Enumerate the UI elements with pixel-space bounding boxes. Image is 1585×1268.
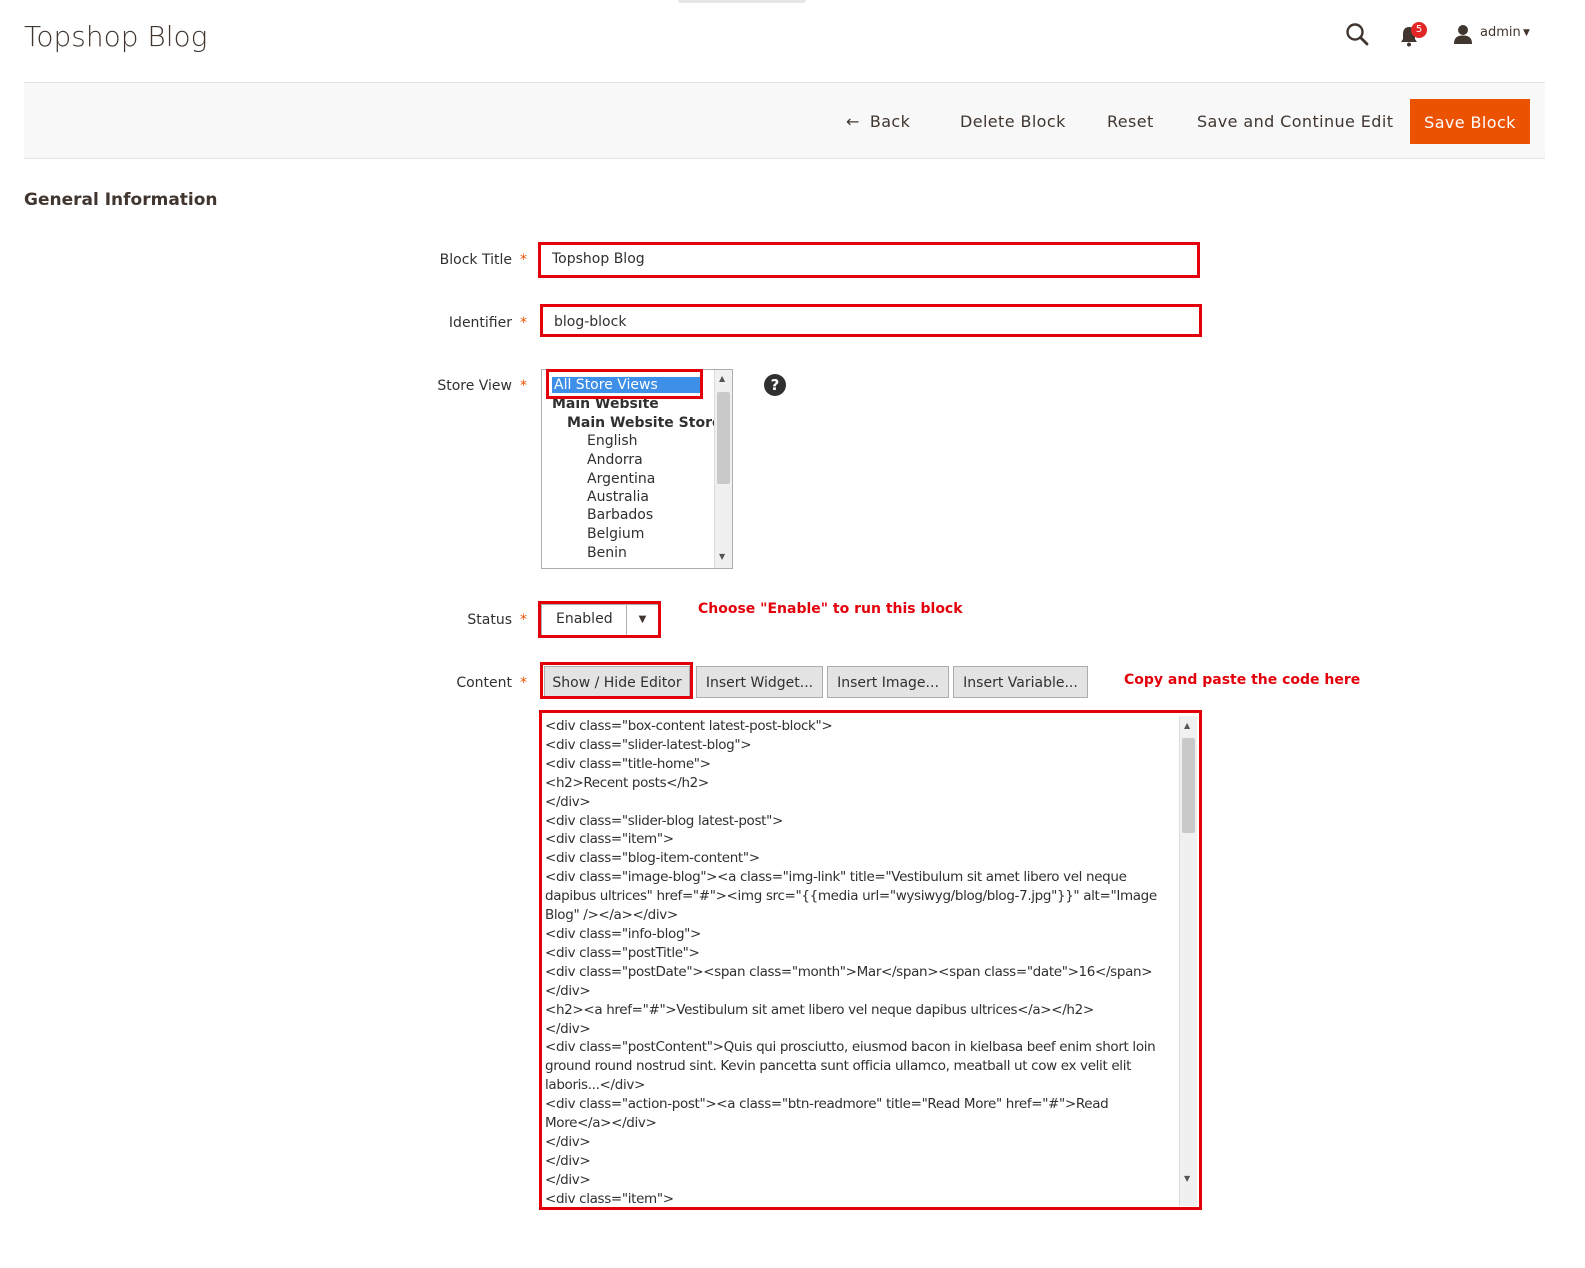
identifier-label: Identifier bbox=[448, 315, 512, 331]
store-view-option[interactable]: Argentina bbox=[587, 471, 655, 487]
store-view-option[interactable]: Andorra bbox=[587, 452, 643, 468]
help-icon[interactable]: ? bbox=[764, 374, 786, 396]
insert-image-button[interactable]: Insert Image... bbox=[827, 666, 949, 698]
identifier-input[interactable]: blog-block bbox=[544, 308, 1198, 334]
store-view-option[interactable]: Barbados bbox=[587, 507, 653, 523]
highlight-show-hide-editor bbox=[540, 662, 693, 699]
store-view-option[interactable]: Belgium bbox=[587, 526, 644, 542]
highlight-all-store-views bbox=[546, 369, 703, 399]
store-view-option[interactable]: English bbox=[587, 433, 638, 449]
delete-block-button[interactable]: Delete Block bbox=[956, 99, 1070, 144]
page-actions-bar: ← Back Delete Block Reset Save and Contin… bbox=[24, 82, 1545, 159]
scrollbar-thumb[interactable] bbox=[717, 392, 730, 484]
block-title-input[interactable]: Topshop Blog bbox=[542, 246, 1196, 274]
store-view-multiselect[interactable]: All Store Views Main Website Main Websit… bbox=[541, 369, 733, 569]
content-note: Copy and paste the code here bbox=[1124, 672, 1361, 688]
required-marker: * bbox=[520, 315, 527, 331]
required-marker: * bbox=[520, 612, 527, 628]
insert-widget-button[interactable]: Insert Widget... bbox=[696, 666, 823, 698]
store-view-option[interactable]: Australia bbox=[587, 489, 649, 505]
store-view-option[interactable]: Benin bbox=[587, 545, 627, 561]
notifications-button[interactable]: 5 bbox=[1398, 22, 1430, 48]
top-notch bbox=[678, 0, 806, 3]
store-view-label: Store View bbox=[437, 378, 512, 394]
save-and-continue-button[interactable]: Save and Continue Edit bbox=[1193, 99, 1397, 144]
status-note: Choose "Enable" to run this block bbox=[698, 601, 963, 617]
insert-variable-button[interactable]: Insert Variable... bbox=[953, 666, 1088, 698]
arrow-left-icon: ← bbox=[846, 112, 860, 131]
back-button[interactable]: ← Back bbox=[842, 99, 914, 144]
required-marker: * bbox=[520, 675, 527, 691]
search-icon[interactable] bbox=[1345, 22, 1371, 48]
highlight-content bbox=[539, 710, 1202, 1210]
section-title: General Information bbox=[24, 190, 218, 210]
notification-count-badge: 5 bbox=[1411, 22, 1427, 38]
required-marker: * bbox=[520, 378, 527, 394]
save-block-button[interactable]: Save Block bbox=[1410, 99, 1530, 144]
status-label: Status bbox=[467, 612, 512, 628]
page-title: Topshop Blog bbox=[24, 20, 208, 53]
reset-button[interactable]: Reset bbox=[1103, 99, 1158, 144]
scroll-down-icon[interactable]: ▼ bbox=[719, 552, 725, 561]
highlight-status bbox=[538, 601, 661, 638]
user-icon[interactable] bbox=[1452, 23, 1474, 45]
chevron-down-icon[interactable]: ▼ bbox=[1523, 28, 1530, 38]
store-view-option[interactable]: Main Website Store bbox=[567, 415, 721, 431]
content-label: Content bbox=[456, 675, 512, 691]
scroll-up-icon[interactable]: ▲ bbox=[719, 374, 725, 383]
block-title-label: Block Title bbox=[439, 252, 512, 268]
required-marker: * bbox=[520, 252, 527, 268]
user-name[interactable]: admin bbox=[1480, 25, 1521, 40]
store-view-scrollbar[interactable]: ▲ ▼ bbox=[714, 370, 732, 568]
